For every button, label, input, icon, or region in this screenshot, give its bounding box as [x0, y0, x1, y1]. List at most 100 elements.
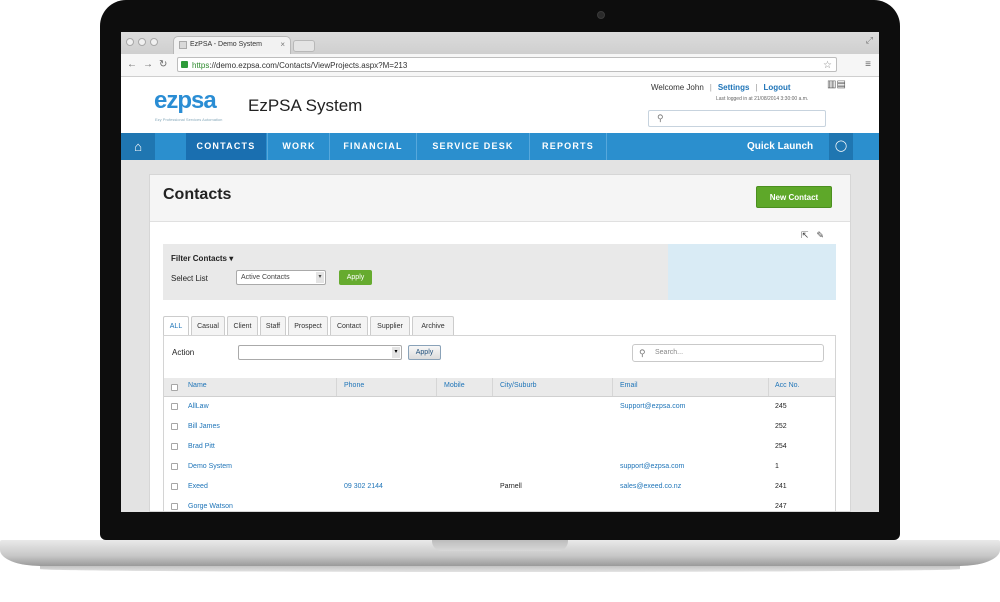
quick-launch-icon[interactable]: ◯ [829, 133, 853, 160]
action-label: Action [172, 348, 195, 357]
tab-archive[interactable]: Archive [412, 316, 454, 335]
table-row[interactable]: Brad Pitt 254 [164, 437, 835, 457]
url-path: ://demo.ezpsa.com/Contacts/ViewProjects.… [209, 61, 408, 70]
cell-acc: 252 [775, 423, 787, 430]
browser-toolbar: ← → ↻ https://demo.ezpsa.com/Contacts/Vi… [121, 54, 879, 77]
tab-staff[interactable]: Staff [260, 316, 286, 335]
row-checkbox[interactable] [171, 423, 178, 430]
select-all-checkbox[interactable] [171, 384, 178, 391]
main-nav: ⌂ CONTACTS WORK FINANCIAL SERVICE DESK R… [121, 133, 879, 160]
select-list-dropdown[interactable]: Active Contacts ▾ [236, 270, 326, 285]
back-icon[interactable]: ← [127, 59, 137, 71]
favicon-icon [179, 41, 187, 49]
tab-casual[interactable]: Casual [191, 316, 225, 335]
address-bar[interactable]: https://demo.ezpsa.com/Contacts/ViewProj… [177, 57, 837, 72]
reload-icon[interactable]: ↻ [159, 59, 167, 71]
user-links: Welcome John | Settings | Logout [651, 83, 791, 92]
table-row[interactable]: Gorge Watson 247 [164, 497, 835, 512]
nav-work[interactable]: WORK [271, 133, 327, 160]
system-title: EzPSA System [248, 96, 363, 115]
quick-launch-label[interactable]: Quick Launch [747, 133, 813, 160]
home-icon[interactable]: ⌂ [121, 133, 155, 160]
row-checkbox[interactable] [171, 403, 178, 410]
table-row[interactable]: Bill James 252 [164, 417, 835, 437]
cell-name[interactable]: Bill James [188, 423, 220, 430]
cell-name[interactable]: Demo System [188, 463, 232, 470]
new-tab-button[interactable] [293, 40, 315, 52]
cell-phone[interactable]: 09 302 2144 [344, 483, 383, 490]
cell-name[interactable]: Brad Pitt [188, 443, 215, 450]
forward-icon[interactable]: → [143, 59, 153, 71]
welcome-text: Welcome John [651, 83, 704, 92]
cell-acc: 254 [775, 443, 787, 450]
row-checkbox[interactable] [171, 443, 178, 450]
ezpsa-logo[interactable]: ezpsa [154, 87, 217, 115]
settings-link[interactable]: Settings [718, 83, 750, 92]
nav-reports[interactable]: REPORTS [533, 133, 603, 160]
logo-tagline: Ezy Professional Services Automation [155, 117, 223, 122]
edit-icon[interactable]: ✎ [817, 230, 833, 240]
cell-city: Parnell [500, 483, 522, 490]
action-apply-button[interactable]: Apply [408, 345, 441, 360]
maximize-window-button[interactable] [150, 38, 158, 46]
grid-search-input[interactable]: ⚲ Search... [632, 344, 824, 362]
col-acc-no[interactable]: Acc No. [775, 382, 800, 389]
table-row[interactable]: AllLaw Support@ezpsa.com 245 [164, 397, 835, 417]
close-tab-icon[interactable]: × [280, 40, 285, 49]
screen: EzPSA - Demo System × ⤢ ← → ↻ https://de… [121, 32, 879, 512]
table-row[interactable]: Exeed 09 302 2144 Parnell sales@exeed.co.nz… [164, 477, 835, 497]
col-email[interactable]: Email [620, 382, 638, 389]
col-city[interactable]: City/Suburb [500, 382, 537, 389]
action-dropdown[interactable]: ▾ [238, 345, 402, 360]
cell-acc: 247 [775, 503, 787, 510]
table-row[interactable]: Demo System support@ezpsa.com 1 [164, 457, 835, 477]
col-phone[interactable]: Phone [344, 382, 364, 389]
nav-financial[interactable]: FINANCIAL [333, 133, 413, 160]
row-checkbox[interactable] [171, 483, 178, 490]
tab-supplier[interactable]: Supplier [370, 316, 410, 335]
nav-service-desk[interactable]: SERVICE DESK [421, 133, 525, 160]
minimize-window-button[interactable] [138, 38, 146, 46]
laptop-notch [432, 540, 568, 551]
tab-contact[interactable]: Contact [330, 316, 368, 335]
nav-contacts[interactable]: CONTACTS [186, 133, 266, 160]
filter-title[interactable]: Filter Contacts ▾ [171, 254, 233, 263]
export-icon[interactable]: ⇱ [801, 230, 817, 240]
cell-name[interactable]: AllLaw [188, 403, 209, 410]
tab-prospect[interactable]: Prospect [288, 316, 328, 335]
header-search-input[interactable]: ⚲ [648, 110, 826, 127]
app-header: ezpsa Ezy Professional Services Automati… [121, 77, 879, 133]
contact-tabs: ALL Casual Client Staff Prospect Contact… [163, 316, 456, 335]
webcam [597, 11, 605, 19]
browser-tab[interactable]: EzPSA - Demo System × [173, 36, 291, 54]
browser-menu-icon[interactable]: ≡ [865, 59, 871, 70]
tab-all[interactable]: ALL [163, 316, 189, 335]
cell-acc: 241 [775, 483, 787, 490]
col-mobile[interactable]: Mobile [444, 382, 465, 389]
col-name[interactable]: Name [188, 382, 207, 389]
new-contact-button[interactable]: New Contact [756, 186, 832, 208]
row-checkbox[interactable] [171, 463, 178, 470]
browser-tabbar: EzPSA - Demo System × ⤢ [121, 32, 879, 54]
logout-link[interactable]: Logout [763, 83, 790, 92]
filter-apply-button[interactable]: Apply [339, 270, 372, 285]
laptop-shadow [40, 566, 960, 572]
tab-client[interactable]: Client [227, 316, 258, 335]
window-controls [126, 38, 158, 46]
layout-toggle-icon[interactable]: ▥▤ [827, 79, 846, 90]
table-header: Name Phone Mobile City/Suburb Email Acc … [164, 378, 835, 397]
search-icon: ⚲ [657, 113, 664, 123]
page-title: Contacts [163, 186, 232, 203]
cell-email[interactable]: support@ezpsa.com [620, 463, 684, 470]
chevron-down-icon: ▾ [392, 347, 400, 358]
cell-name[interactable]: Gorge Watson [188, 503, 233, 510]
browser-tab-title: EzPSA - Demo System [190, 41, 262, 48]
fullscreen-icon[interactable]: ⤢ [866, 35, 873, 46]
close-window-button[interactable] [126, 38, 134, 46]
cell-email[interactable]: sales@exeed.co.nz [620, 483, 681, 490]
cell-name[interactable]: Exeed [188, 483, 208, 490]
row-checkbox[interactable] [171, 503, 178, 510]
bookmark-star-icon[interactable]: ☆ [823, 58, 832, 73]
cell-email[interactable]: Support@ezpsa.com [620, 403, 685, 410]
cell-acc: 1 [775, 463, 779, 470]
